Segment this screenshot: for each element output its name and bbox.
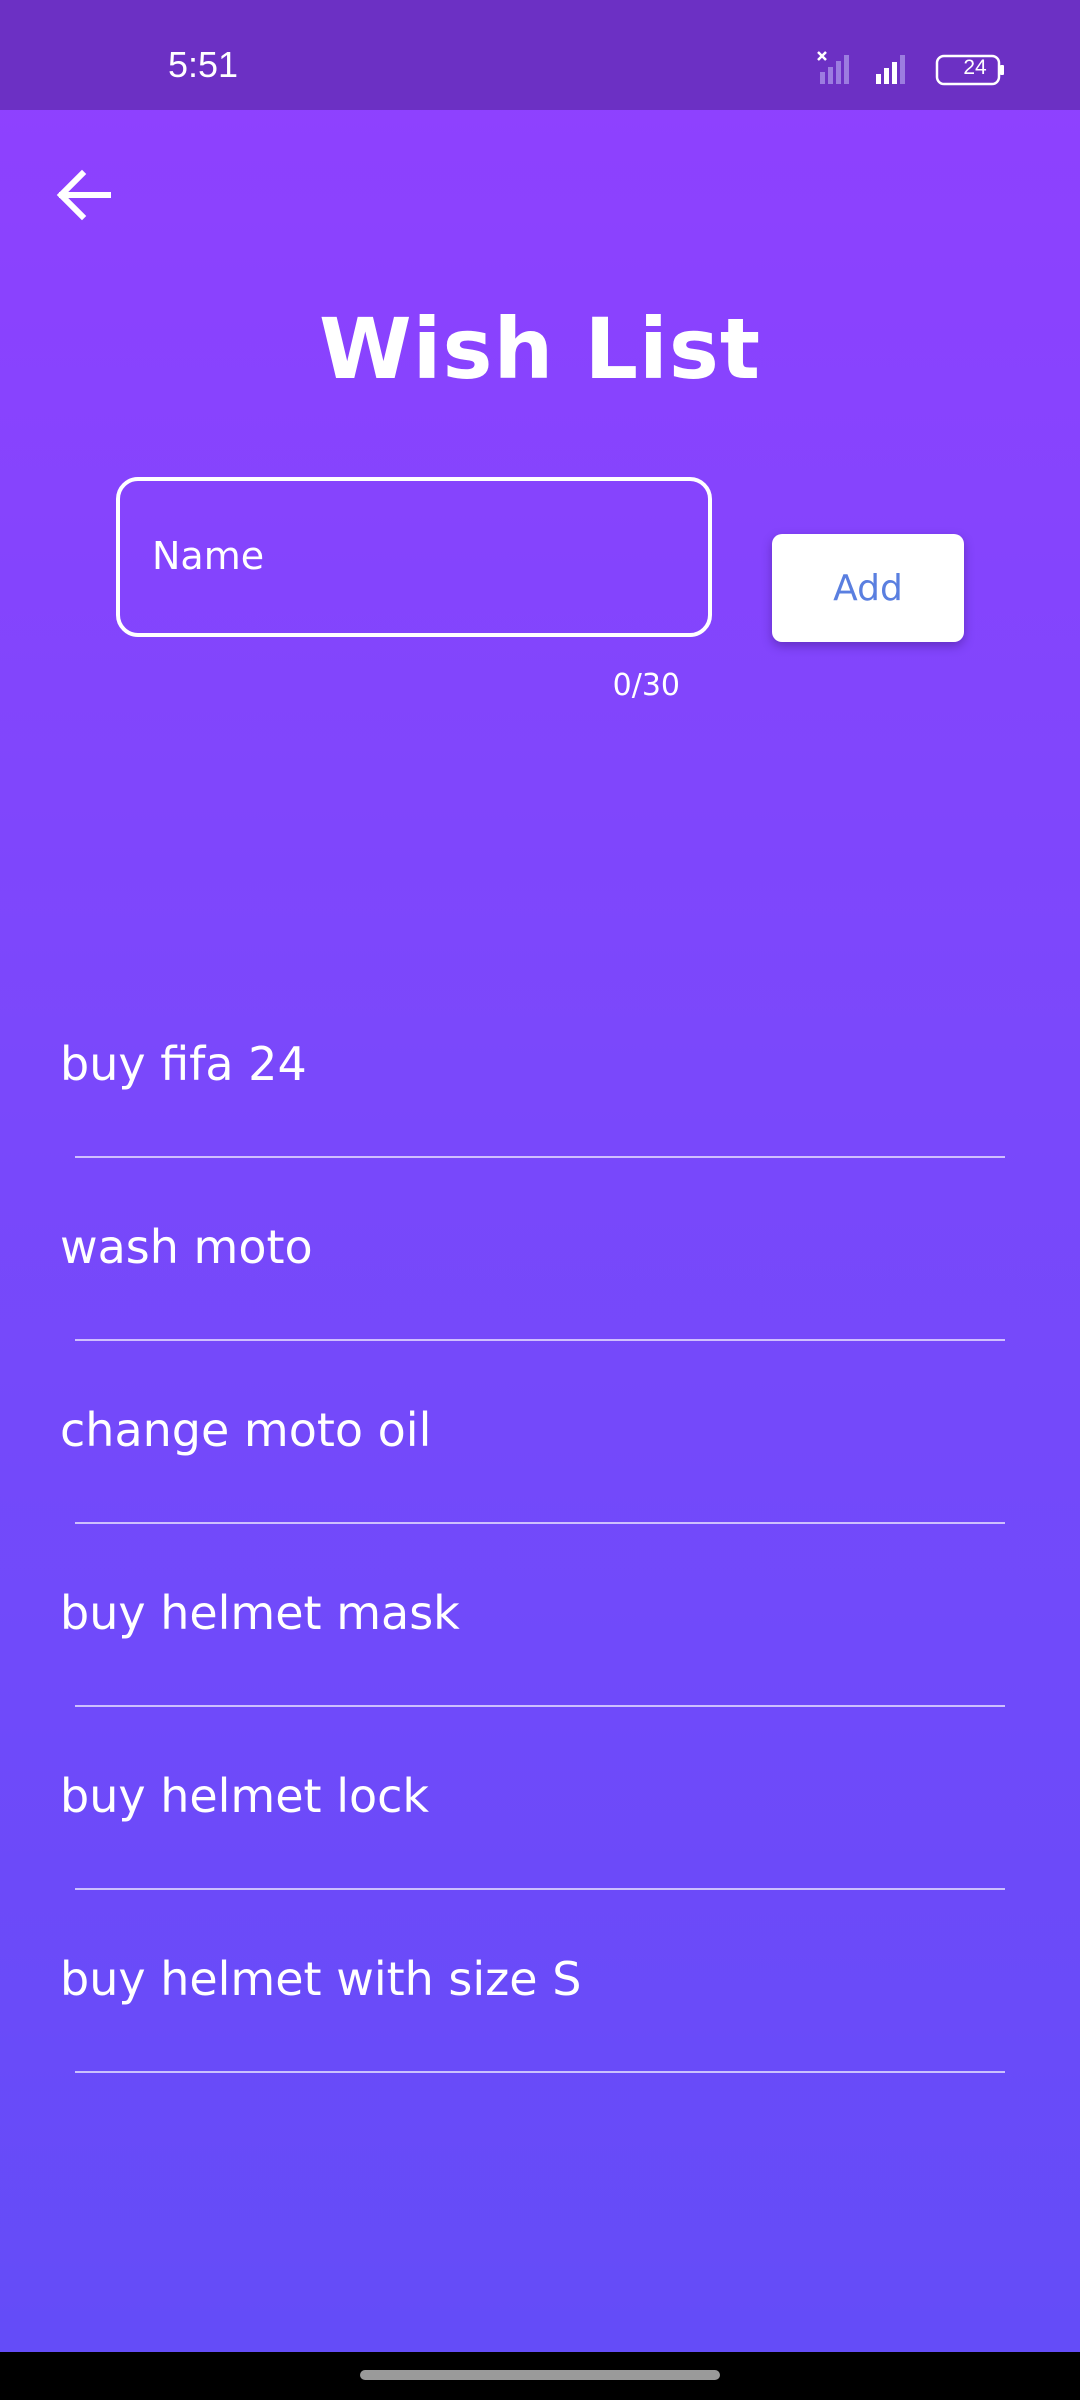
back-button[interactable]: [50, 160, 120, 230]
signal-no-service-icon: [817, 51, 849, 84]
list-divider: [75, 2071, 1005, 2073]
list-item-label: buy fifa 24: [60, 1037, 307, 1091]
navigation-bar: [0, 2352, 1080, 2400]
status-bar: 5:51 24: [0, 0, 1080, 110]
name-input[interactable]: [150, 525, 674, 587]
name-field[interactable]: [116, 477, 712, 637]
wish-list: buy fifa 24 wash moto change moto oil bu…: [0, 975, 1080, 2073]
status-icons: 24: [816, 50, 1006, 90]
battery-level: 24: [963, 56, 987, 79]
wish-list-screen: 5:51 24 Wish List Name 0/30 Add buy fifa…: [0, 0, 1080, 2400]
list-item-label: change moto oil: [60, 1403, 432, 1457]
list-item-label: wash moto: [60, 1220, 313, 1274]
list-item[interactable]: buy helmet mask: [0, 1524, 1080, 1707]
page-title: Wish List: [319, 300, 761, 398]
list-item[interactable]: buy fifa 24: [0, 975, 1080, 1158]
list-item-label: buy helmet lock: [60, 1769, 430, 1823]
list-item-label: buy helmet mask: [60, 1586, 460, 1640]
char-counter: 0/30: [612, 668, 680, 703]
add-button[interactable]: Add: [772, 534, 964, 642]
signal-strength-icon: [876, 55, 905, 84]
list-item[interactable]: wash moto: [0, 1158, 1080, 1341]
home-indicator[interactable]: [360, 2370, 720, 2380]
list-item[interactable]: buy helmet lock: [0, 1707, 1080, 1890]
list-item[interactable]: buy helmet with size S: [0, 1890, 1080, 2073]
status-time: 5:51: [168, 44, 239, 85]
arrow-left-icon: [56, 169, 111, 221]
list-item-label: buy helmet with size S: [60, 1952, 582, 2006]
list-item[interactable]: change moto oil: [0, 1341, 1080, 1524]
